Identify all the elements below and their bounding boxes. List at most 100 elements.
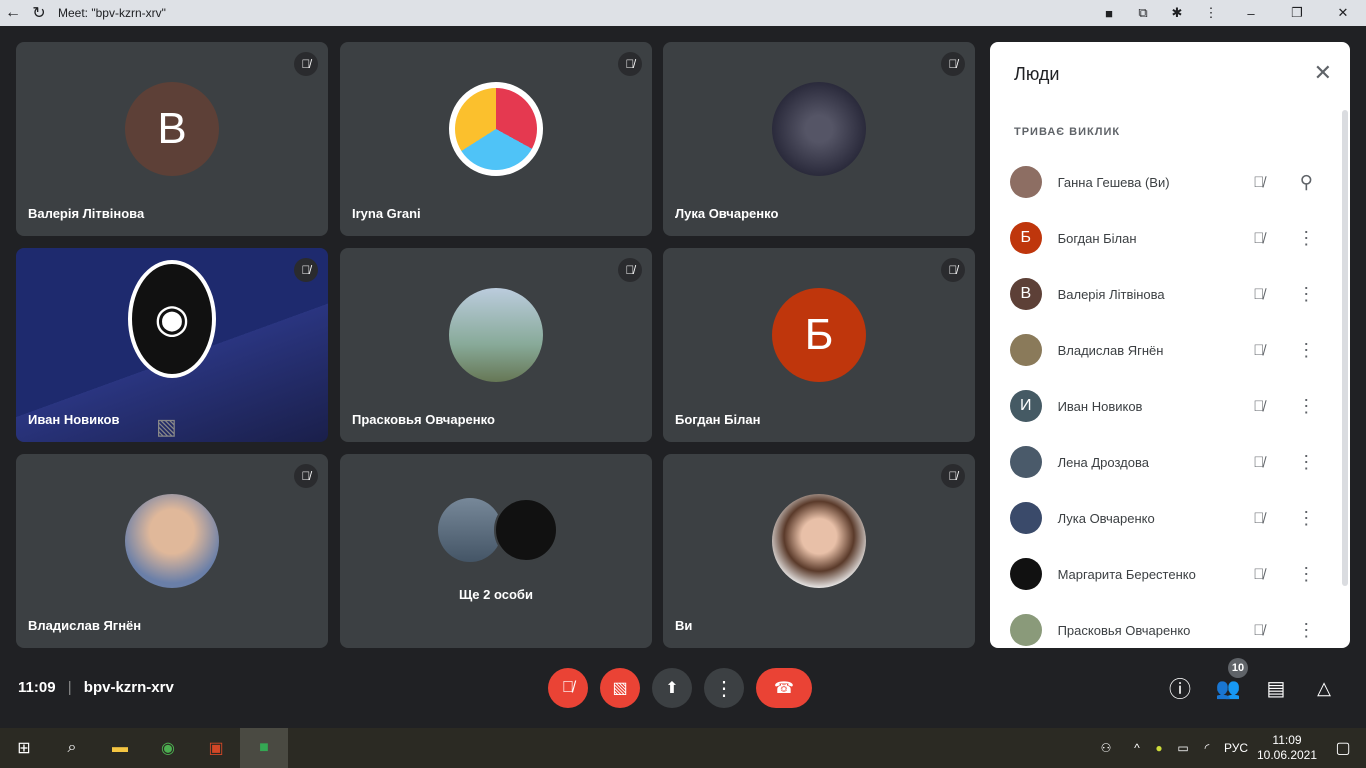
participant-name: Владислав Ягнён bbox=[28, 618, 142, 633]
more-options-icon[interactable]: ⋮ bbox=[1283, 452, 1330, 473]
participant-tile[interactable]: В 🎙̸ Валерія Літвінова bbox=[16, 42, 328, 236]
show-hidden-icon[interactable]: ^ bbox=[1126, 741, 1148, 755]
participant-tile[interactable]: 🎙̸ Лука Овчаренко bbox=[663, 42, 975, 236]
avatar: В bbox=[1010, 278, 1042, 310]
present-button[interactable]: ⬆ bbox=[652, 668, 692, 708]
participant-tile[interactable]: Б 🎙̸ Богдан Білан bbox=[663, 248, 975, 442]
people-taskbar-icon[interactable]: ⚇ bbox=[1086, 741, 1126, 755]
mic-off-icon: 🎙̸ bbox=[1253, 397, 1265, 415]
participant-name: Валерія Літвінова bbox=[1057, 286, 1165, 302]
mic-off-icon: 🎙̸ bbox=[294, 464, 318, 488]
battery-icon[interactable]: ▭ bbox=[1170, 741, 1196, 755]
more-options-icon[interactable]: ⋮ bbox=[1283, 284, 1330, 305]
participant-row[interactable]: Маргарита Берестенко 🎙̸ ⋮ bbox=[1010, 546, 1330, 602]
more-options-button[interactable]: ⋮ bbox=[704, 668, 744, 708]
close-icon[interactable]: ✕ bbox=[1314, 60, 1332, 86]
participant-row[interactable]: Владислав Ягнён 🎙̸ ⋮ bbox=[1010, 322, 1330, 378]
windows-taskbar: ⊞ ⌕ ▬ ◉ ▣ ■ ⚇ ^ ● ▭ ◜ РУС 11:09 10.06.20… bbox=[0, 728, 1366, 768]
participant-name: Лука Овчаренко bbox=[1057, 510, 1155, 526]
participant-name: Ви bbox=[675, 618, 693, 633]
avatar bbox=[449, 288, 543, 382]
mic-off-icon: 🎙̸ bbox=[1253, 173, 1265, 191]
participant-name: Маргарита Берестенко bbox=[1057, 566, 1196, 582]
avatar bbox=[1010, 334, 1042, 366]
participant-name: Прасковья Овчаренко bbox=[352, 412, 495, 427]
more-options-icon[interactable]: ⋮ bbox=[1283, 620, 1330, 641]
mic-off-icon: 🎙̸ bbox=[1253, 453, 1265, 471]
mic-off-icon: 🎙̸ bbox=[1253, 621, 1265, 639]
avatar: Б bbox=[1010, 222, 1042, 254]
participant-name: Прасковья Овчаренко bbox=[1057, 622, 1191, 638]
search-icon[interactable]: ⌕ bbox=[48, 728, 96, 768]
participant-row[interactable]: Прасковья Овчаренко 🎙̸ ⋮ bbox=[1010, 602, 1330, 648]
scrollbar[interactable] bbox=[1342, 110, 1348, 586]
close-window-button[interactable]: ✕ bbox=[1320, 5, 1366, 21]
camera-off-icon: ▧ bbox=[156, 414, 177, 439]
participant-tile[interactable]: ◉ 🎙̸ Иван Новиков ▧ bbox=[16, 248, 328, 442]
extensions-icon[interactable]: ✱ bbox=[1160, 5, 1194, 21]
more-options-icon[interactable]: ⋮ bbox=[1283, 396, 1330, 417]
meet-icon[interactable]: ■ bbox=[240, 728, 288, 768]
info-icon[interactable]: ⓘ bbox=[1160, 668, 1200, 708]
participant-row[interactable]: Б Богдан Білан 🎙̸ ⋮ bbox=[1010, 210, 1330, 266]
maximize-button[interactable]: ❐ bbox=[1274, 5, 1320, 21]
avatar bbox=[1010, 614, 1042, 646]
participant-tile[interactable]: 🎙̸ Владислав Ягнён bbox=[16, 454, 328, 648]
leave-call-button[interactable]: ☎ bbox=[756, 668, 812, 708]
more-participants-tile[interactable]: Ще 2 особи bbox=[340, 454, 652, 648]
participant-row[interactable]: Лена Дроздова 🎙̸ ⋮ bbox=[1010, 434, 1330, 490]
participant-tile[interactable]: 🎙̸ Прасковья Овчаренко bbox=[340, 248, 652, 442]
minimize-button[interactable]: – bbox=[1228, 6, 1274, 21]
menu-icon[interactable]: ⋮ bbox=[1194, 5, 1228, 21]
mic-off-icon: 🎙̸ bbox=[294, 52, 318, 76]
camera-icon[interactable]: ■ bbox=[1092, 6, 1126, 21]
camera-toggle-button[interactable]: ▧ bbox=[600, 668, 640, 708]
mic-off-icon: 🎙̸ bbox=[1253, 285, 1265, 303]
avatar bbox=[438, 498, 502, 562]
mic-off-icon: 🎙̸ bbox=[618, 258, 642, 282]
people-count-badge: 10 bbox=[1228, 658, 1248, 678]
language-indicator[interactable]: РУС bbox=[1218, 741, 1254, 755]
avatar bbox=[1010, 166, 1042, 198]
clock-date: 10.06.2021 bbox=[1256, 748, 1318, 762]
back-icon[interactable]: ← bbox=[0, 4, 26, 22]
more-options-icon[interactable]: ⋮ bbox=[1283, 508, 1330, 529]
more-options-icon[interactable]: ⋮ bbox=[1283, 228, 1330, 249]
avatar: И bbox=[1010, 390, 1042, 422]
self-tile[interactable]: 🎙̸ Ви bbox=[663, 454, 975, 648]
avatar bbox=[1010, 446, 1042, 478]
mic-toggle-button[interactable]: 🎙̸ bbox=[548, 668, 588, 708]
participant-row[interactable]: Ганна Гешева (Ви) 🎙̸ ⚲ bbox=[1010, 154, 1330, 210]
notifications-icon[interactable]: ▢ bbox=[1320, 738, 1366, 758]
participant-name: Владислав Ягнён bbox=[1057, 342, 1164, 358]
window-title: Meet: "bpv-kzrn-xrv" bbox=[58, 6, 166, 20]
reload-icon[interactable]: ↻ bbox=[26, 3, 52, 23]
participant-name: Лена Дроздова bbox=[1057, 454, 1149, 470]
powerpoint-icon[interactable]: ▣ bbox=[192, 728, 240, 768]
file-explorer-icon[interactable]: ▬ bbox=[96, 728, 144, 768]
clock[interactable]: 11:09 10.06.2021 bbox=[1254, 733, 1320, 763]
participant-row[interactable]: И Иван Новиков 🎙̸ ⋮ bbox=[1010, 378, 1330, 434]
meeting-time: 11:09 bbox=[18, 679, 56, 696]
pin-icon[interactable]: ⚲ bbox=[1283, 172, 1330, 193]
participant-row[interactable]: В Валерія Літвінова 🎙̸ ⋮ bbox=[1010, 266, 1330, 322]
translate-icon[interactable]: ⧉ bbox=[1126, 5, 1160, 21]
participant-tile[interactable]: 🎙̸ Iryna Grani bbox=[340, 42, 652, 236]
more-participants-label: Ще 2 особи bbox=[459, 587, 533, 602]
wifi-icon[interactable]: ◜ bbox=[1196, 741, 1218, 755]
start-icon[interactable]: ⊞ bbox=[0, 728, 48, 768]
mic-off-icon: 🎙̸ bbox=[294, 258, 318, 282]
participant-row[interactable]: Лука Овчаренко 🎙̸ ⋮ bbox=[1010, 490, 1330, 546]
mic-off-icon: 🎙̸ bbox=[941, 464, 965, 488]
more-options-icon[interactable]: ⋮ bbox=[1283, 564, 1330, 585]
chrome-icon[interactable]: ◉ bbox=[144, 728, 192, 768]
chat-icon[interactable]: ▤ bbox=[1256, 668, 1296, 708]
panel-title: Люди bbox=[1014, 64, 1060, 84]
more-options-icon[interactable]: ⋮ bbox=[1283, 340, 1330, 361]
tray-app-icon[interactable]: ● bbox=[1148, 741, 1170, 755]
participant-name: Иван Новиков bbox=[1057, 398, 1143, 414]
avatar bbox=[1010, 502, 1042, 534]
participant-name: Иван Новиков bbox=[28, 412, 120, 427]
activities-icon[interactable]: △ bbox=[1304, 668, 1344, 708]
mic-off-icon: 🎙̸ bbox=[941, 52, 965, 76]
